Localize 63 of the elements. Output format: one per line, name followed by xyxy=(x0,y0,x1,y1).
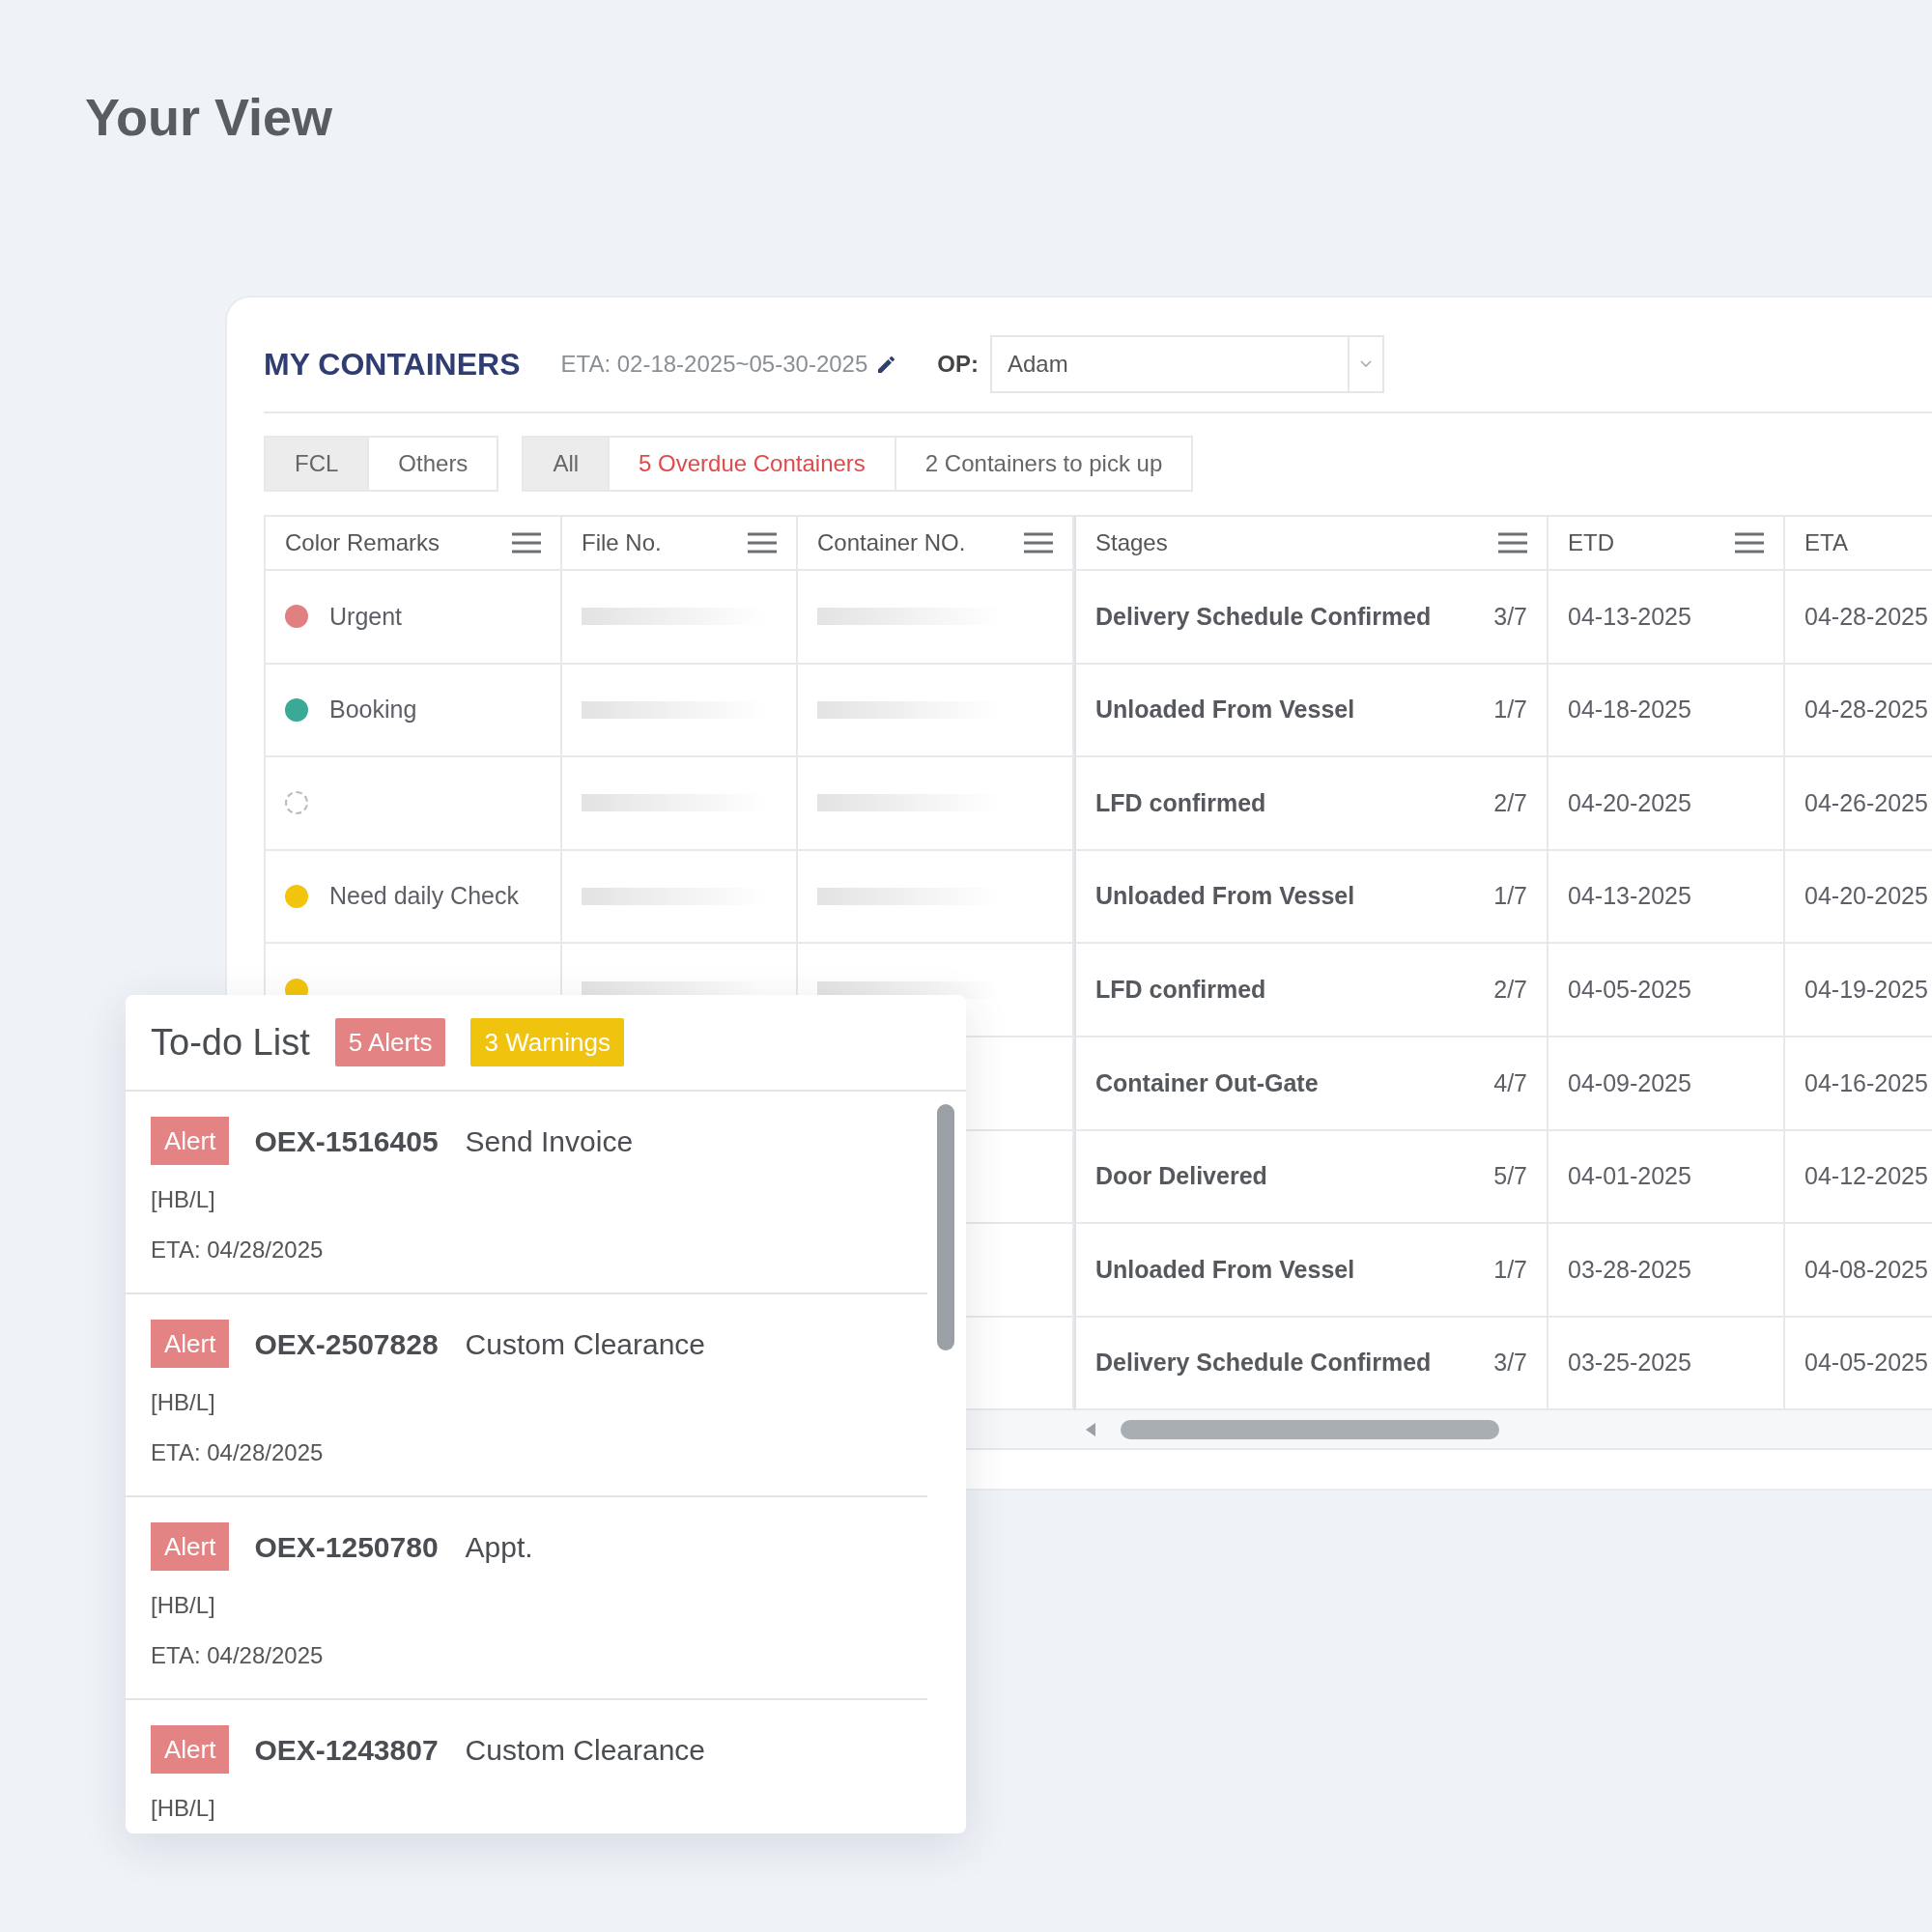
remark-text: Need daily Check xyxy=(329,881,519,912)
page-title: Your View xyxy=(84,87,334,148)
column-label: ETA xyxy=(1804,528,1848,557)
remark-text: Urgent xyxy=(329,601,403,632)
eta-range: ETA: 02-18-2025~05-30-2025 xyxy=(560,350,868,379)
task-text: Appt. xyxy=(465,1529,533,1565)
task-text: Send Invoice xyxy=(465,1123,634,1159)
etd-date: 04-20-2025 xyxy=(1568,787,1691,818)
reference-text: [HB/L] xyxy=(151,1794,216,1823)
column-label: File No. xyxy=(582,528,662,557)
column-label: Container NO. xyxy=(817,528,966,557)
stage-text: Container Out-Gate xyxy=(1095,1067,1319,1098)
column-label: Stages xyxy=(1095,528,1168,557)
stage-text: Unloaded From Vessel xyxy=(1095,695,1355,725)
eta-date: 04-16-2025 xyxy=(1804,1067,1928,1098)
eta-date: 04-12-2025 xyxy=(1804,1161,1928,1192)
task-text: Custom Clearance xyxy=(465,1732,706,1768)
eta-text: ETA: 04/28/2025 xyxy=(151,1236,325,1264)
etd-date: 03-28-2025 xyxy=(1568,1254,1691,1285)
etd-date: 04-13-2025 xyxy=(1568,881,1691,912)
op-label: OP: xyxy=(937,350,979,379)
stage-progress: 3/7 xyxy=(1493,1348,1527,1378)
stage-text: Delivery Schedule Confirmed xyxy=(1095,601,1432,632)
reference-text: [HB/L] xyxy=(151,1185,216,1214)
stage-text: Door Delivered xyxy=(1095,1161,1267,1192)
card-title: MY CONTAINERS xyxy=(264,346,521,384)
reference-text: [HB/L] xyxy=(151,1388,216,1417)
eta-date: 04-28-2025 xyxy=(1804,695,1928,725)
stage-text: LFD confirmed xyxy=(1095,787,1266,818)
stage-text: LFD confirmed xyxy=(1095,974,1266,1005)
alert-tag: Alert xyxy=(151,1522,230,1571)
etd-date: 03-25-2025 xyxy=(1568,1348,1691,1378)
etd-date: 04-01-2025 xyxy=(1568,1161,1691,1192)
count-badge: 3 Warnings xyxy=(470,1018,624,1066)
etd-date: 04-09-2025 xyxy=(1568,1067,1691,1098)
file-code: OEX-1243807 xyxy=(254,1732,439,1768)
stage-text: Unloaded From Vessel xyxy=(1095,1254,1355,1285)
eta-date: 04-20-2025 xyxy=(1804,881,1928,912)
task-text: Custom Clearance xyxy=(465,1326,706,1362)
count-badge: 5 Alerts xyxy=(334,1018,446,1066)
eta-date: 04-08-2025 xyxy=(1804,1254,1928,1285)
panel-title: To-do List xyxy=(151,1020,310,1065)
etd-date: 04-13-2025 xyxy=(1568,601,1691,632)
file-code: OEX-1250780 xyxy=(254,1529,439,1565)
stage-text: Unloaded From Vessel xyxy=(1095,881,1355,912)
file-code: OEX-2507828 xyxy=(254,1326,439,1362)
eta-text: ETA: 04/28/2025 xyxy=(151,1641,325,1670)
eta-date: 04-28-2025 xyxy=(1804,601,1928,632)
eta-date: 04-26-2025 xyxy=(1804,787,1928,818)
etd-date: 04-18-2025 xyxy=(1568,695,1691,725)
alert-tag: Alert xyxy=(151,1117,230,1165)
stage-text: Delivery Schedule Confirmed xyxy=(1095,1348,1432,1378)
alert-tag: Alert xyxy=(151,1725,230,1774)
file-code: OEX-1516405 xyxy=(254,1123,439,1159)
alert-tag: Alert xyxy=(151,1320,230,1368)
eta-date: 04-05-2025 xyxy=(1804,1348,1928,1378)
column-label: Color Remarks xyxy=(285,528,440,557)
eta-text: ETA: 04/28/2025 xyxy=(151,1438,325,1467)
etd-date: 04-05-2025 xyxy=(1568,974,1691,1005)
reference-text: [HB/L] xyxy=(151,1591,216,1620)
remark-text: Booking xyxy=(329,695,417,725)
eta-date: 04-19-2025 xyxy=(1804,974,1928,1005)
column-label: ETD xyxy=(1568,528,1614,557)
